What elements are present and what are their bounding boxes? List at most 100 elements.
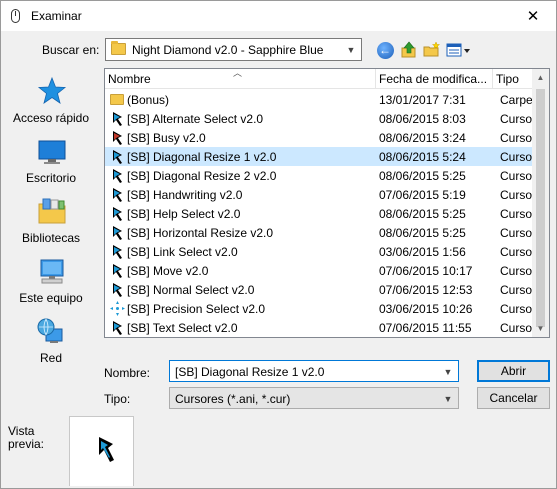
file-row[interactable]: [SB] Move v2.0 07/06/2015 10:17 Cursor bbox=[105, 261, 536, 280]
places-bar: Acceso rápido Escritorio Bibliotecas Est… bbox=[2, 65, 100, 405]
column-header-name[interactable]: Nombre bbox=[105, 69, 376, 89]
filetype-combo[interactable]: Cursores (*.ani, *.cur) ▼ bbox=[169, 387, 459, 409]
filename-value[interactable]: [SB] Diagonal Resize 1 v2.0 bbox=[175, 365, 324, 379]
cursor-arrow-icon bbox=[113, 207, 122, 221]
file-name-cell: [SB] Precision Select v2.0 bbox=[127, 302, 266, 316]
file-name-cell: [SB] Busy v2.0 bbox=[127, 131, 206, 145]
file-date-cell: 07/06/2015 10:17 bbox=[379, 264, 473, 278]
file-name-cell: (Bonus) bbox=[127, 93, 170, 107]
column-header-date[interactable]: Fecha de modifica... bbox=[376, 69, 493, 89]
scroll-thumb[interactable] bbox=[536, 89, 545, 327]
up-folder-button[interactable] bbox=[399, 40, 419, 60]
file-date-cell: 08/06/2015 5:25 bbox=[379, 169, 466, 183]
cursor-arrow-icon bbox=[113, 245, 122, 259]
place-network[interactable]: Red bbox=[2, 315, 100, 373]
file-row[interactable]: [SB] Precision Select v2.0 03/06/2015 10:… bbox=[105, 299, 536, 318]
file-row[interactable]: [SB] Diagonal Resize 1 v2.0 08/06/2015 5:… bbox=[105, 147, 536, 166]
place-label: Bibliotecas bbox=[21, 231, 81, 245]
cursor-arrow-icon bbox=[113, 321, 122, 335]
file-date-cell: 08/06/2015 5:24 bbox=[379, 150, 466, 164]
cursor-arrow-icon bbox=[113, 112, 122, 126]
file-row[interactable]: [SB] Normal Select v2.0 07/06/2015 12:53 C… bbox=[105, 280, 536, 299]
file-row[interactable]: [SB] Diagonal Resize 2 v2.0 08/06/2015 5:… bbox=[105, 166, 536, 185]
cursor-arrow-icon bbox=[113, 283, 122, 297]
lookin-label: Buscar en: bbox=[42, 43, 100, 57]
folder-icon bbox=[110, 94, 124, 105]
file-row[interactable]: [SB] Alternate Select v2.0 08/06/2015 8:0… bbox=[105, 109, 536, 128]
file-date-cell: 08/06/2015 5:25 bbox=[379, 226, 466, 240]
place-libraries[interactable]: Bibliotecas bbox=[2, 195, 100, 253]
list-header: ︿ Nombre Fecha de modifica... Tipo bbox=[105, 69, 535, 89]
open-file-dialog: Examinar ✕ Buscar en: Night Diamond v2.0… bbox=[0, 0, 557, 489]
file-row[interactable]: [SB] Link Select v2.0 03/06/2015 1:56 Curs… bbox=[105, 242, 536, 261]
cursor-arrow-icon bbox=[113, 169, 122, 183]
file-row[interactable]: [SB] Help Select v2.0 08/06/2015 5:25 Curs… bbox=[105, 204, 536, 223]
filetype-label: Tipo: bbox=[104, 392, 131, 406]
open-button[interactable]: Abrir bbox=[477, 360, 550, 382]
views-menu-button[interactable] bbox=[446, 40, 472, 60]
network-icon bbox=[37, 318, 63, 343]
cursor-arrow-icon bbox=[113, 264, 122, 278]
close-button[interactable]: ✕ bbox=[510, 1, 556, 31]
file-date-cell: 08/06/2015 8:03 bbox=[379, 112, 466, 126]
file-name-cell: [SB] Normal Select v2.0 bbox=[127, 283, 255, 297]
new-folder-button[interactable] bbox=[422, 40, 442, 60]
desktop-icon bbox=[38, 140, 66, 164]
file-date-cell: 03/06/2015 10:26 bbox=[379, 302, 473, 316]
file-name-cell: [SB] Diagonal Resize 2 v2.0 bbox=[127, 169, 277, 183]
window-title: Examinar bbox=[31, 9, 82, 23]
cursor-arrow-icon bbox=[113, 226, 122, 240]
scroll-down-arrow-icon[interactable]: ▼ bbox=[532, 320, 549, 337]
file-row[interactable]: [SB] Text Select v2.0 07/06/2015 11:55 Cur… bbox=[105, 318, 536, 337]
chevron-down-icon[interactable]: ▼ bbox=[440, 391, 456, 406]
mouse-icon bbox=[11, 9, 20, 23]
file-name-cell: [SB] Handwriting v2.0 bbox=[127, 188, 243, 202]
filename-combo[interactable]: [SB] Diagonal Resize 1 v2.0 ▼ bbox=[169, 360, 459, 382]
crosshair-cursor-icon bbox=[110, 301, 125, 316]
chevron-down-icon[interactable]: ▼ bbox=[343, 42, 359, 57]
place-desktop[interactable]: Escritorio bbox=[2, 135, 100, 193]
libraries-icon bbox=[38, 198, 66, 224]
cursor-preview-icon bbox=[99, 437, 114, 462]
scroll-up-arrow-icon[interactable]: ▲ bbox=[532, 69, 549, 86]
cursor-busy-icon bbox=[113, 131, 122, 145]
back-arrow-icon: ← bbox=[376, 41, 394, 59]
title-bar: Examinar ✕ bbox=[1, 1, 556, 31]
file-date-cell: 08/06/2015 3:24 bbox=[379, 131, 466, 145]
place-label: Red bbox=[39, 351, 62, 365]
star-icon bbox=[37, 76, 67, 104]
file-date-cell: 13/01/2017 7:31 bbox=[379, 93, 466, 107]
place-label: Este equipo bbox=[19, 291, 83, 305]
file-date-cell: 07/06/2015 12:53 bbox=[379, 283, 473, 297]
file-name-cell: [SB] Link Select v2.0 bbox=[127, 245, 238, 259]
preview-label: Vista previa: bbox=[8, 424, 45, 451]
file-row[interactable]: [SB] Horizontal Resize v2.0 08/06/2015 5:… bbox=[105, 223, 536, 242]
place-quick-access[interactable]: Acceso rápido bbox=[2, 75, 100, 133]
chevron-down-icon[interactable]: ▼ bbox=[440, 364, 456, 379]
lookin-value: Night Diamond v2.0 - Sapphire Blue bbox=[132, 43, 324, 57]
file-row[interactable]: (Bonus) 13/01/2017 7:31 Carpeta bbox=[105, 90, 540, 109]
file-name-cell: [SB] Help Select v2.0 bbox=[127, 207, 241, 221]
place-label: Escritorio bbox=[25, 171, 76, 185]
vertical-scrollbar[interactable]: ▲ ▼ bbox=[532, 69, 549, 337]
up-folder-icon bbox=[401, 41, 416, 58]
folder-icon bbox=[111, 41, 126, 55]
back-button[interactable]: ← bbox=[375, 40, 395, 60]
cursor-arrow-icon bbox=[113, 150, 122, 164]
file-name-cell: [SB] Move v2.0 bbox=[127, 264, 209, 278]
views-menu-icon bbox=[446, 43, 470, 57]
new-folder-icon bbox=[423, 41, 441, 57]
filename-label: Nombre: bbox=[104, 366, 151, 380]
preview-pane bbox=[69, 416, 134, 486]
filetype-value: Cursores (*.ani, *.cur) bbox=[175, 392, 291, 406]
file-row[interactable]: [SB] Busy v2.0 08/06/2015 3:24 Cursor bbox=[105, 128, 536, 147]
cancel-button[interactable]: Cancelar bbox=[477, 387, 550, 409]
place-this-pc[interactable]: Este equipo bbox=[2, 255, 100, 313]
file-row[interactable]: [SB] Handwriting v2.0 07/06/2015 5:19 Curs… bbox=[105, 185, 536, 204]
cursor-arrow-icon bbox=[113, 188, 122, 202]
computer-icon bbox=[40, 259, 64, 284]
lookin-combo[interactable]: Night Diamond v2.0 - Sapphire Blue ▼ bbox=[105, 38, 362, 61]
file-name-cell: [SB] Alternate Select v2.0 bbox=[127, 112, 264, 126]
place-label: Acceso rápido bbox=[12, 111, 90, 125]
file-date-cell: 03/06/2015 1:56 bbox=[379, 245, 466, 259]
